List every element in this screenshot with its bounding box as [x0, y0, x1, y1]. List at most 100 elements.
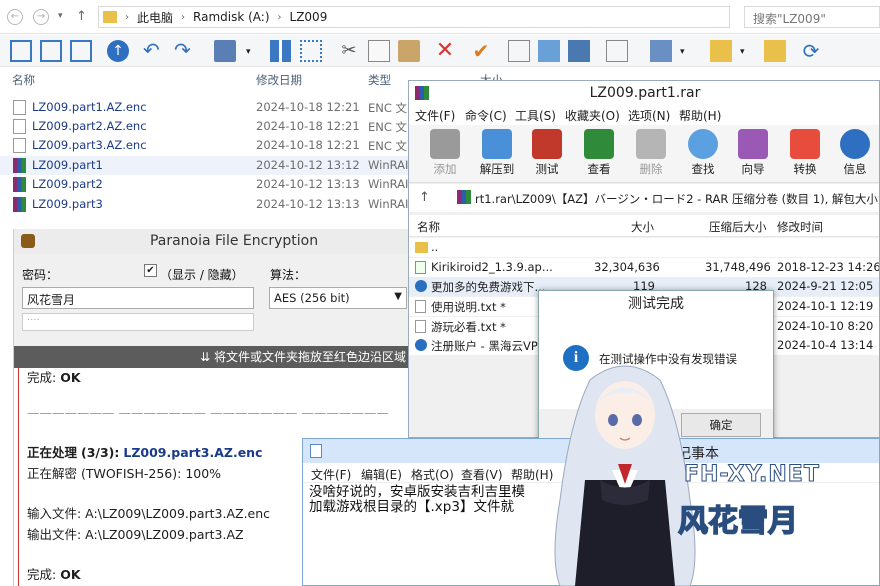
convert-button[interactable]: 转换 [781, 129, 829, 181]
up-arrow-icon[interactable]: ↑ [419, 190, 430, 205]
computer-icon[interactable] [214, 40, 236, 62]
info-button[interactable]: 信息 [831, 129, 879, 181]
menu-edit[interactable]: 编辑(E) [361, 466, 402, 483]
menu-help[interactable]: 帮助(H) [679, 107, 721, 124]
apk-icon [415, 261, 426, 274]
paste-clipboard-icon[interactable] [398, 40, 420, 62]
address-bar[interactable]: › 此电脑 › Ramdisk (A:) › LZ009 [98, 6, 730, 28]
recent-dropdown-icon[interactable]: ▾ [58, 11, 63, 21]
settings-panel-icon[interactable] [650, 40, 672, 62]
chevron-down-icon[interactable]: ▾ [680, 47, 685, 57]
notepad-icon [310, 444, 322, 458]
file-row[interactable]: LZ009.part3.AZ.enc 2024-10-18 12:21 ENC 文 [0, 136, 410, 155]
breadcrumb-separator-icon: › [277, 11, 282, 23]
undo-icon[interactable]: ↶ [143, 40, 165, 62]
forward-button[interactable]: → [33, 9, 49, 25]
chevron-down-icon: ▼ [394, 291, 402, 302]
address-row: ← → ▾ ↑ › 此电脑 › Ramdisk (A:) › LZ009 搜索"… [0, 0, 880, 34]
view-button[interactable]: 查看 [575, 129, 623, 181]
new-folder-icon[interactable] [764, 40, 786, 62]
web-link-icon [415, 339, 427, 351]
document-icon [13, 100, 26, 115]
menu-format[interactable]: 格式(O) [411, 466, 454, 483]
file-row[interactable]: LZ009.part1.AZ.enc 2024-10-18 12:21 ENC 文 [0, 98, 410, 117]
file-row[interactable]: LZ009.part2 2024-10-12 13:13 WinRAI [0, 175, 410, 194]
find-button[interactable]: 查找 [679, 129, 727, 181]
column-size[interactable]: 大小 [631, 219, 654, 235]
back-button[interactable]: ← [7, 9, 23, 25]
delete-button[interactable]: 删除 [627, 129, 675, 181]
menu-commands[interactable]: 命令(C) [465, 107, 507, 124]
breadcrumb-ramdisk[interactable]: Ramdisk (A:) [193, 10, 270, 24]
extract-to-button[interactable]: 解压到 [473, 129, 521, 181]
refresh-icon[interactable]: ⟳ [800, 40, 822, 62]
small-icons-view-icon[interactable] [300, 40, 322, 62]
redo-icon[interactable]: ↷ [174, 40, 196, 62]
view-book-icon [584, 129, 614, 159]
folder-options-icon[interactable] [710, 40, 732, 62]
folder-icon [415, 242, 428, 253]
column-modified[interactable]: 修改时间 [777, 219, 823, 235]
convert-arrows-icon [790, 129, 820, 159]
menu-tools[interactable]: 工具(S) [515, 107, 556, 124]
properties-icon[interactable] [508, 40, 530, 62]
cut-scissors-icon[interactable]: ✂ [338, 40, 360, 62]
wizard-button[interactable]: 向导 [729, 129, 777, 181]
find-magnifier-icon [688, 129, 718, 159]
file-row[interactable]: LZ009.part3 2024-10-12 13:13 WinRAI [0, 195, 410, 214]
text-file-icon [415, 320, 426, 333]
algorithm-value: AES (256 bit) [274, 291, 350, 305]
delete-x-icon[interactable]: ✕ [434, 40, 456, 62]
chevron-down-icon[interactable]: ▾ [740, 47, 745, 57]
column-packed[interactable]: 压缩后大小 [709, 219, 767, 235]
menu-favorites[interactable]: 收藏夹(O) [565, 107, 620, 124]
pane-layout-icon[interactable] [10, 40, 32, 62]
password-confirm-field[interactable]: ···· [22, 313, 254, 331]
menu-file[interactable]: 文件(F) [311, 466, 351, 483]
algorithm-select[interactable]: AES (256 bit) ▼ [269, 287, 407, 309]
rar-archive-icon [457, 190, 471, 204]
winrar-app-icon [415, 86, 429, 100]
picture-icon[interactable] [538, 40, 560, 62]
archive-row[interactable]: .. [409, 238, 879, 257]
file-row[interactable]: LZ009.part2.AZ.enc 2024-10-18 12:21 ENC 文 [0, 117, 410, 136]
breadcrumb-lz009[interactable]: LZ009 [290, 10, 328, 24]
add-button[interactable]: 添加 [421, 129, 469, 181]
rar-archive-icon [13, 158, 26, 173]
menu-options[interactable]: 选项(N) [628, 107, 670, 124]
search-input[interactable]: 搜索"LZ009" [744, 6, 880, 28]
up-arrow-icon[interactable]: ↑ [76, 9, 87, 24]
web-link-icon [415, 280, 427, 292]
image-icon[interactable] [568, 40, 590, 62]
watermark-site: FH-XY.NET [684, 462, 820, 488]
details-pane-icon[interactable] [40, 40, 62, 62]
list-view-icon[interactable] [606, 40, 628, 62]
column-date[interactable]: 修改日期 [256, 72, 302, 88]
algorithm-label: 算法： [270, 268, 307, 282]
drop-zone-hint[interactable]: ⇊ 将文件或文件夹拖放至红色边沿区域 [14, 346, 414, 368]
preview-pane-icon[interactable] [70, 40, 92, 62]
column-name[interactable]: 名称 [12, 72, 35, 88]
show-password-checkbox[interactable]: ✔ [144, 264, 157, 277]
paranoia-form: 密码： ✔ （显示 / 隐藏） 算法： 风花雪月 ···· AES (256 b… [14, 254, 414, 346]
archive-row[interactable]: Kirikiroid2_1.3.9.ap... 32,304,636 31,748,… [409, 258, 879, 277]
chevron-down-icon[interactable]: ▾ [246, 47, 251, 57]
winrar-menubar: 文件(F) 命令(C) 工具(S) 收藏夹(O) 选项(N) 帮助(H) [409, 105, 879, 125]
password-field[interactable]: 风花雪月 [22, 287, 254, 309]
archive-path[interactable]: rt1.rar\LZ009\【AZ】バージン・ロード2 - RAR 压缩分卷 (… [475, 191, 879, 207]
column-type[interactable]: 类型 [368, 72, 391, 88]
menu-view[interactable]: 查看(V) [461, 466, 503, 483]
file-row[interactable]: LZ009.part1 2024-10-12 13:12 WinRAI [0, 156, 410, 175]
delete-trash-icon [636, 129, 666, 159]
winrar-title: LZ009.part1.rar [409, 81, 879, 105]
log-line: 完成: OK [27, 370, 81, 385]
large-icons-view-icon[interactable] [270, 40, 292, 62]
test-button[interactable]: 测试 [523, 129, 571, 181]
checkmark-icon[interactable]: ✔ [470, 40, 492, 62]
menu-file[interactable]: 文件(F) [415, 107, 455, 124]
breadcrumb-this-pc[interactable]: 此电脑 [137, 9, 173, 26]
column-name[interactable]: 名称 [417, 219, 440, 235]
rar-archive-icon [13, 197, 26, 212]
up-folder-icon[interactable]: ↑ [107, 40, 129, 62]
copy-icon[interactable] [368, 40, 390, 62]
